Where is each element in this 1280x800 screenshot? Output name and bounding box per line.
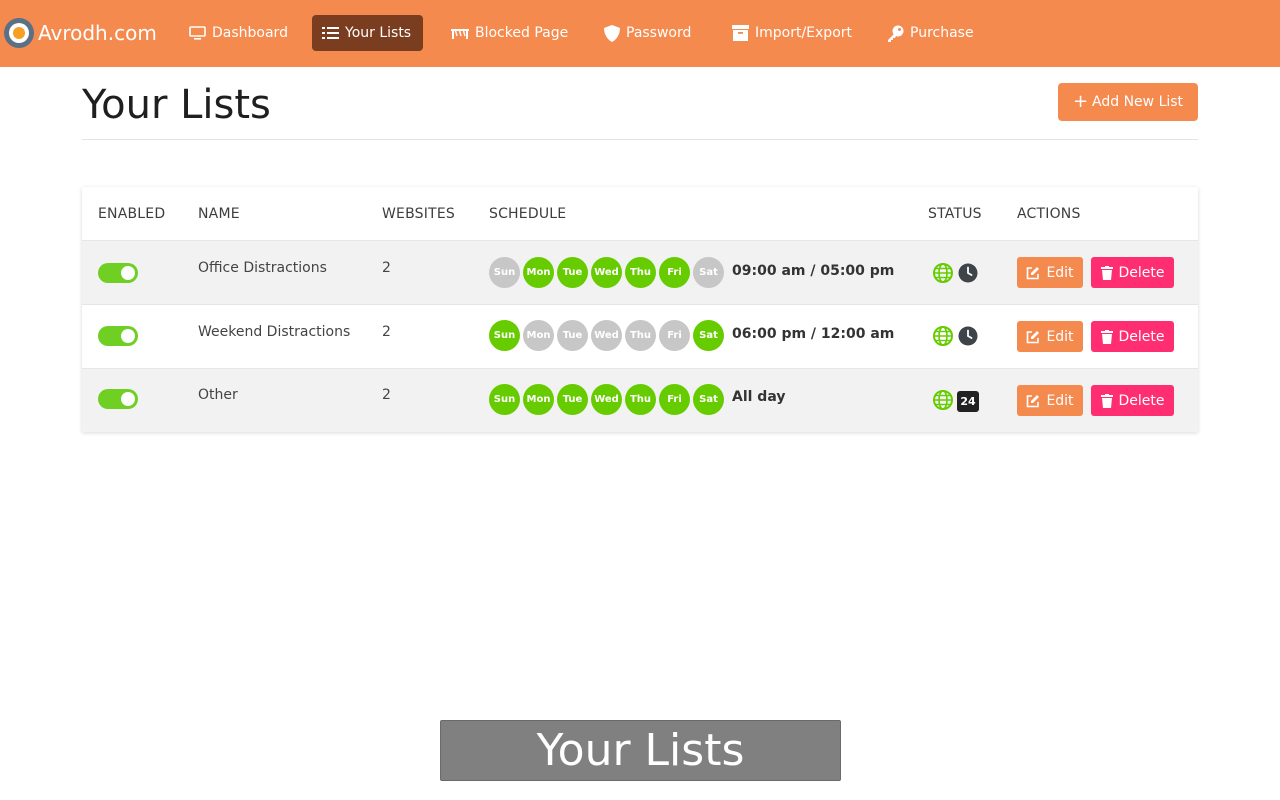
brand-logo-icon (4, 18, 34, 48)
nav-item-your-lists[interactable]: Your Lists (312, 15, 423, 51)
shield-icon (604, 24, 620, 42)
table-row: Weekend Distractions 2 Sun Mon Tue Wed T… (82, 304, 1198, 368)
trash-icon (1100, 265, 1113, 280)
day-tue: Tue (557, 257, 588, 288)
column-header-websites: WEBSITES (382, 206, 455, 222)
day-sun: Sun (489, 320, 520, 351)
caption-label: Your Lists (440, 720, 841, 781)
day-fri: Fri (659, 257, 690, 288)
edit-label: Edit (1046, 328, 1074, 345)
globe-icon (933, 263, 953, 283)
day-sun: Sun (489, 384, 520, 415)
schedule-days: Sun Mon Tue Wed Thu Fri Sat (489, 320, 727, 351)
add-new-list-button[interactable]: + Add New List (1058, 83, 1198, 121)
day-sat: Sat (693, 320, 724, 351)
nav-item-blocked-page[interactable]: Blocked Page (441, 15, 578, 51)
nav-item-purchase[interactable]: Purchase (877, 15, 984, 51)
column-header-name: NAME (198, 206, 240, 222)
nav-item-label: Dashboard (212, 25, 288, 41)
plus-icon: + (1072, 91, 1089, 112)
globe-icon (933, 390, 953, 410)
delete-button[interactable]: Delete (1091, 257, 1174, 288)
day-sat: Sat (693, 384, 724, 415)
edit-label: Edit (1046, 392, 1074, 409)
edit-label: Edit (1046, 264, 1074, 281)
badge-24-icon: 24 (957, 391, 979, 412)
enabled-toggle[interactable] (98, 389, 138, 409)
edit-button[interactable]: Edit (1017, 257, 1083, 288)
nav-item-label: Blocked Page (475, 25, 569, 41)
day-wed: Wed (591, 257, 622, 288)
day-sat: Sat (693, 257, 724, 288)
day-mon: Mon (523, 257, 554, 288)
schedule-time: 09:00 am / 05:00 pm (732, 263, 895, 279)
websites-count: 2 (382, 260, 391, 276)
edit-button[interactable]: Edit (1017, 321, 1083, 352)
table-header: ENABLED NAME WEBSITES SCHEDULE STATUS AC… (82, 187, 1198, 240)
clock-icon (958, 263, 978, 283)
schedule-time: 06:00 pm / 12:00 am (732, 326, 895, 342)
table-row: Other 2 Sun Mon Tue Wed Thu Fri Sat All … (82, 368, 1198, 432)
list-name: Other (198, 387, 238, 403)
header-divider (82, 139, 1198, 140)
day-thu: Thu (625, 320, 656, 351)
schedule-days: Sun Mon Tue Wed Thu Fri Sat (489, 384, 727, 415)
brand-name: Avrodh.com (38, 21, 157, 45)
nav-item-label: Import/Export (755, 25, 853, 41)
edit-button[interactable]: Edit (1017, 385, 1083, 416)
clock-icon (958, 326, 978, 346)
column-header-schedule: SCHEDULE (489, 206, 567, 222)
nav-item-dashboard[interactable]: Dashboard (179, 15, 298, 51)
add-new-list-label: Add New List (1092, 94, 1184, 110)
globe-icon (933, 326, 953, 346)
nav-item-label: Your Lists (345, 25, 412, 41)
edit-icon (1027, 394, 1040, 407)
column-header-actions: ACTIONS (1017, 206, 1081, 222)
monitor-icon (189, 26, 206, 40)
nav-item-import-export[interactable]: Import/Export (722, 15, 862, 51)
key-icon (888, 25, 904, 42)
schedule-days: Sun Mon Tue Wed Thu Fri Sat (489, 257, 727, 288)
day-tue: Tue (557, 320, 588, 351)
edit-icon (1027, 266, 1040, 279)
list-name: Weekend Distractions (198, 324, 351, 340)
delete-label: Delete (1118, 392, 1165, 409)
day-tue: Tue (557, 384, 588, 415)
lists-table: ENABLED NAME WEBSITES SCHEDULE STATUS AC… (82, 187, 1198, 432)
top-navbar: Avrodh.com Dashboard Your Lists Blocked … (0, 0, 1280, 67)
nav-item-label: Purchase (910, 25, 974, 41)
day-fri: Fri (659, 320, 690, 351)
list-icon (322, 27, 339, 39)
nav-item-password[interactable]: Password (594, 15, 701, 51)
column-header-enabled: ENABLED (98, 206, 166, 222)
day-wed: Wed (591, 384, 622, 415)
nav-item-label: Password (626, 25, 692, 41)
day-thu: Thu (625, 384, 656, 415)
delete-button[interactable]: Delete (1091, 385, 1174, 416)
day-wed: Wed (591, 320, 622, 351)
day-fri: Fri (659, 384, 690, 415)
edit-icon (1027, 330, 1040, 343)
archive-icon (732, 25, 749, 41)
day-mon: Mon (523, 320, 554, 351)
column-header-status: STATUS (928, 206, 982, 222)
enabled-toggle[interactable] (98, 263, 138, 283)
schedule-time: All day (732, 389, 786, 405)
enabled-toggle[interactable] (98, 326, 138, 346)
delete-label: Delete (1118, 328, 1165, 345)
delete-label: Delete (1118, 264, 1165, 281)
trash-icon (1100, 393, 1113, 408)
day-sun: Sun (489, 257, 520, 288)
brand[interactable]: Avrodh.com (4, 17, 157, 49)
delete-button[interactable]: Delete (1091, 321, 1174, 352)
list-name: Office Distractions (198, 260, 327, 276)
websites-count: 2 (382, 387, 391, 403)
websites-count: 2 (382, 324, 391, 340)
trash-icon (1100, 329, 1113, 344)
day-mon: Mon (523, 384, 554, 415)
table-row: Office Distractions 2 Sun Mon Tue Wed Th… (82, 240, 1198, 304)
barrier-icon (451, 28, 469, 39)
day-thu: Thu (625, 257, 656, 288)
page-title: Your Lists (82, 82, 271, 128)
